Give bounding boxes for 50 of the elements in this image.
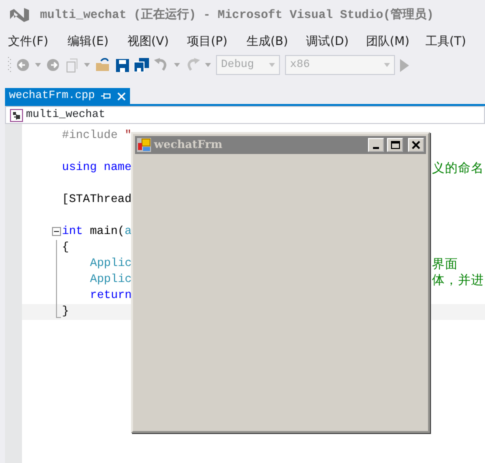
- menu-item[interactable]: 文件(F): [8, 32, 68, 50]
- code-line: [STAThread: [62, 192, 132, 208]
- document-tab[interactable]: wechatFrm.cpp: [5, 88, 130, 104]
- menu-item[interactable]: 生成(B): [246, 32, 306, 50]
- menu-item[interactable]: 团队(M): [366, 32, 426, 50]
- new-project-icon[interactable]: [65, 58, 79, 72]
- code-line: using name: [62, 160, 132, 176]
- start-icon[interactable]: [400, 58, 409, 72]
- close-icon: [412, 141, 420, 149]
- menu-item[interactable]: 项目(P): [186, 32, 246, 50]
- collapse-icon[interactable]: [52, 227, 61, 236]
- close-button[interactable]: [408, 138, 424, 152]
- form-title: wechatFrm: [154, 136, 222, 153]
- caret-icon[interactable]: [84, 63, 90, 67]
- minimize-icon: [373, 147, 379, 149]
- caret-icon[interactable]: [174, 63, 180, 67]
- forward-icon[interactable]: [46, 58, 60, 72]
- caret-icon: [269, 63, 275, 67]
- pin-icon[interactable]: [100, 92, 111, 100]
- code-line: return: [90, 288, 132, 304]
- save-icon[interactable]: [116, 58, 129, 72]
- scope-label[interactable]: multi_wechat: [26, 106, 106, 124]
- menu-item[interactable]: 编辑(E): [68, 32, 128, 50]
- code-line: Applic: [90, 272, 132, 288]
- code-comment: 体，并进: [432, 270, 484, 289]
- undo-icon[interactable]: [154, 58, 169, 72]
- code-comment: 义的命名: [432, 158, 484, 177]
- minimize-button[interactable]: [368, 138, 384, 152]
- caret-icon[interactable]: [205, 63, 211, 67]
- code-line: int main(a: [62, 224, 132, 240]
- code-line: {: [62, 240, 69, 256]
- window-icon: [137, 138, 151, 152]
- save-all-icon[interactable]: [134, 58, 149, 72]
- window-title: multi_wechat (正在运行) - Microsoft Visual Studio(管理员): [40, 6, 434, 24]
- maximize-button[interactable]: [387, 138, 403, 152]
- scope-icon: [10, 108, 23, 122]
- menu-item[interactable]: 调试(D): [306, 32, 366, 50]
- code-comment: 界面: [432, 254, 458, 273]
- maximize-icon: [390, 141, 400, 149]
- code-line: #include ": [62, 128, 132, 144]
- caret-icon[interactable]: [35, 63, 41, 67]
- caret-icon: [384, 63, 390, 67]
- redo-icon[interactable]: [185, 58, 200, 72]
- close-icon[interactable]: [116, 92, 126, 100]
- back-icon[interactable]: [16, 58, 30, 72]
- menu-item[interactable]: 视图(V): [127, 32, 187, 50]
- code-line: Applic: [90, 256, 132, 272]
- menu-item[interactable]: 工具(T): [425, 32, 485, 50]
- code-line: }: [62, 304, 69, 320]
- open-folder-icon[interactable]: [95, 58, 111, 72]
